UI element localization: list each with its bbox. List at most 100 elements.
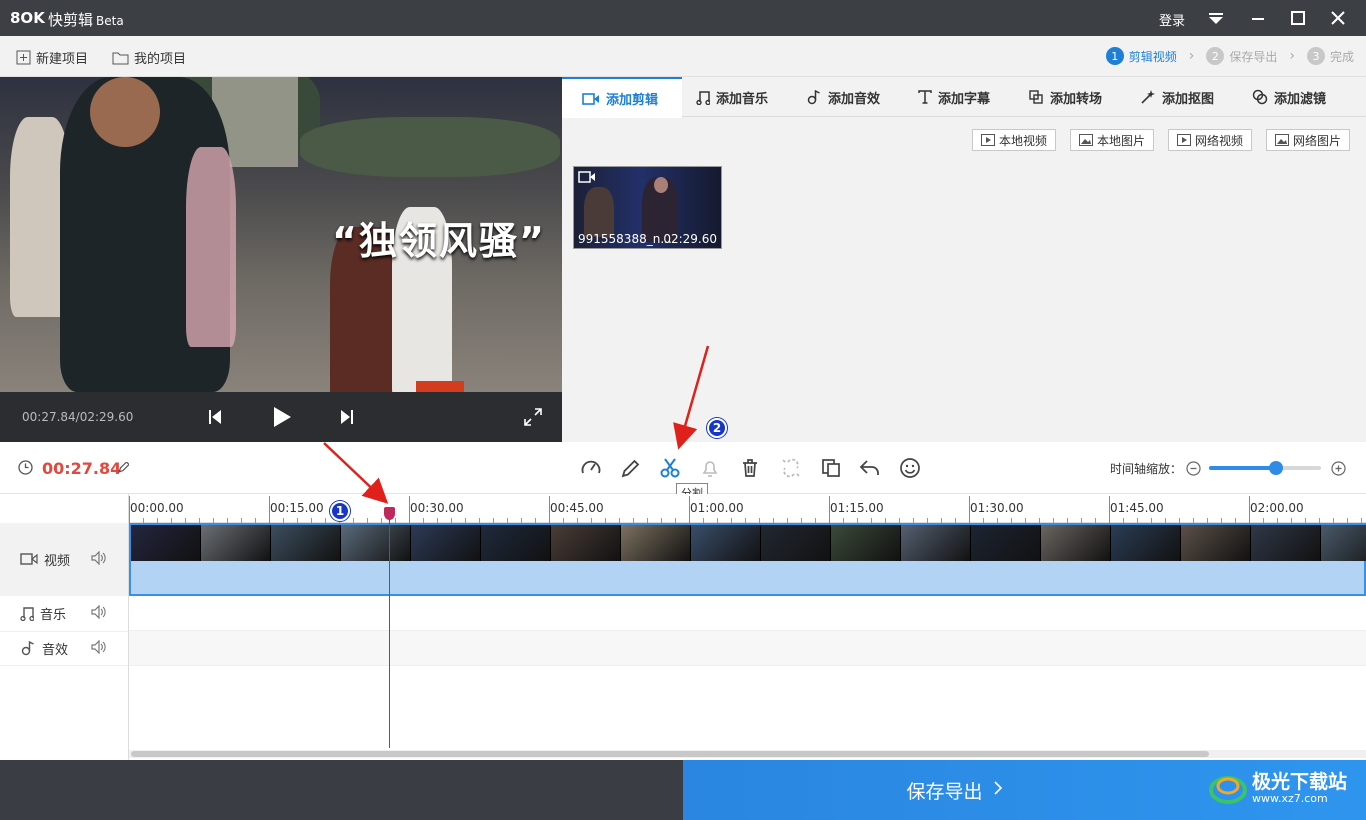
tab-add-filter[interactable]: 添加滤镜: [1252, 77, 1326, 117]
ruler-tick-label: 00:15.00: [270, 501, 324, 515]
speaker-icon[interactable]: [91, 550, 107, 569]
sfx-track[interactable]: [129, 631, 1366, 666]
pencil-icon[interactable]: [619, 456, 643, 480]
timeline: 视频 音乐 音效 00:00.00 00:15.00 00:30.00 00:45.0…: [0, 494, 1366, 760]
transition-icon: [1029, 89, 1043, 104]
video-clip-filmstrip[interactable]: [131, 525, 1366, 561]
trash-icon[interactable]: [738, 456, 762, 480]
clock-icon: [18, 460, 33, 479]
tab-add-subtitle[interactable]: 添加字幕: [918, 77, 990, 117]
sticker-emoji-icon[interactable]: [898, 456, 922, 480]
video-preview[interactable]: “独领风骚”: [0, 77, 562, 392]
filmstrip-frame: [761, 525, 831, 561]
ruler-tick-label: 00:45.00: [550, 501, 604, 515]
media-clip-item[interactable]: 991558388_n... 02:29.60: [573, 166, 722, 249]
filmstrip-frame: [1111, 525, 1181, 561]
edit-time-icon[interactable]: [117, 461, 130, 477]
menu-dropdown-icon[interactable]: [1204, 6, 1228, 30]
ruler-tick-label: 00:30.00: [410, 501, 464, 515]
step-export: 2 保存导出: [1206, 47, 1277, 65]
player-controls: 00:27.84/02:29.60: [0, 392, 562, 442]
ruler-tick-label: 02:00.00: [1250, 501, 1304, 515]
sound-effect-icon: [807, 89, 820, 104]
zoom-out-icon[interactable]: [1186, 461, 1201, 480]
undo-icon[interactable]: [858, 456, 882, 480]
next-frame-icon[interactable]: [334, 404, 360, 430]
zoom-in-icon[interactable]: [1331, 461, 1346, 480]
app-title: 快剪辑 Beta: [48, 11, 124, 29]
title-bar: 8OK 快剪辑 Beta 登录: [0, 0, 1366, 36]
web-image-button[interactable]: 网络图片: [1266, 129, 1351, 151]
timeline-scrollbar[interactable]: [129, 750, 1366, 758]
music-track[interactable]: [129, 596, 1366, 631]
filmstrip-frame: [1251, 525, 1321, 561]
video-caption: “独领风骚”: [332, 219, 546, 263]
speaker-icon[interactable]: [91, 604, 107, 623]
filmstrip-frame: [1181, 525, 1251, 561]
tab-add-music[interactable]: 添加音乐: [696, 77, 768, 117]
preview-panel: “独领风骚” 00:27.84/02:29.60: [0, 77, 562, 442]
play-icon[interactable]: [269, 404, 295, 430]
scissors-icon[interactable]: [658, 456, 682, 480]
folder-icon: [112, 52, 129, 64]
magic-wand-icon: [1141, 90, 1155, 104]
speed-icon[interactable]: [579, 456, 603, 480]
bell-icon[interactable]: [698, 456, 722, 480]
sound-effect-icon: [21, 641, 34, 656]
step-done: 3 完成: [1306, 47, 1354, 65]
close-icon[interactable]: [1326, 6, 1350, 30]
clip-duration: 02:29.60: [663, 232, 717, 246]
progress-steps: 1 剪辑视频 › 2 保存导出 › 3 完成: [1105, 47, 1354, 65]
filmstrip-frame: [411, 525, 481, 561]
local-image-button[interactable]: 本地图片: [1070, 129, 1155, 151]
my-projects-button[interactable]: 我的项目: [112, 48, 186, 67]
video-track[interactable]: [129, 523, 1366, 596]
copy-icon[interactable]: [819, 456, 843, 480]
app-logo: 8OK: [10, 9, 45, 27]
unlink-icon[interactable]: [779, 456, 803, 480]
watermark-logo-icon: [1209, 776, 1247, 804]
chevron-right-icon: ›: [1188, 48, 1195, 64]
playhead[interactable]: [389, 508, 390, 748]
web-video-icon: [1177, 134, 1191, 146]
timeline-ruler[interactable]: 00:00.00 00:15.00 00:30.00 00:45.00 01:00.00…: [129, 494, 1366, 523]
web-image-icon: [1275, 134, 1289, 146]
image-file-icon: [1079, 134, 1093, 146]
video-camera-icon: [582, 92, 599, 105]
filter-icon: [1252, 89, 1268, 105]
watermark: 极光下载站 www.xz7.com: [1208, 768, 1347, 808]
speaker-icon[interactable]: [91, 639, 107, 658]
tab-add-clip[interactable]: 添加剪辑: [562, 77, 682, 118]
filmstrip-frame: [131, 525, 201, 561]
minimize-icon[interactable]: [1246, 6, 1270, 30]
track-label-video: 视频: [0, 523, 128, 596]
web-video-button[interactable]: 网络视频: [1168, 129, 1253, 151]
previous-frame-icon[interactable]: [202, 404, 228, 430]
filmstrip-frame: [901, 525, 971, 561]
login-link[interactable]: 登录: [1159, 10, 1185, 29]
step-edit: 1 剪辑视频: [1105, 47, 1177, 65]
text-icon: [918, 90, 932, 104]
playhead-handle[interactable]: [384, 507, 395, 520]
track-label-music: 音乐: [0, 596, 128, 631]
scrollbar-thumb[interactable]: [131, 751, 1209, 757]
video-camera-icon: [20, 553, 38, 565]
filmstrip-frame: [481, 525, 551, 561]
chevron-right-icon: ›: [1289, 48, 1295, 64]
tab-add-cutout[interactable]: 添加抠图: [1140, 77, 1214, 117]
maximize-icon[interactable]: [1286, 6, 1310, 30]
local-video-button[interactable]: 本地视频: [972, 129, 1057, 151]
filmstrip-frame: [831, 525, 901, 561]
music-note-icon: [696, 90, 710, 105]
filmstrip-frame: [341, 525, 411, 561]
zoom-slider-handle[interactable]: [1269, 461, 1284, 475]
video-camera-icon: [578, 171, 596, 188]
fullscreen-icon[interactable]: [520, 404, 546, 430]
tab-add-sound-effect[interactable]: 添加音效: [806, 77, 880, 117]
track-label-sfx: 音效: [0, 631, 128, 666]
tab-add-transition[interactable]: 添加转场: [1029, 77, 1102, 117]
ruler-tick-label: 01:15.00: [830, 501, 884, 515]
new-project-button[interactable]: 新建项目: [16, 48, 88, 67]
zoom-slider[interactable]: [1209, 461, 1321, 475]
menu-bar: 新建项目 我的项目 1 剪辑视频 › 2 保存导出 › 3 完成: [0, 36, 1366, 77]
